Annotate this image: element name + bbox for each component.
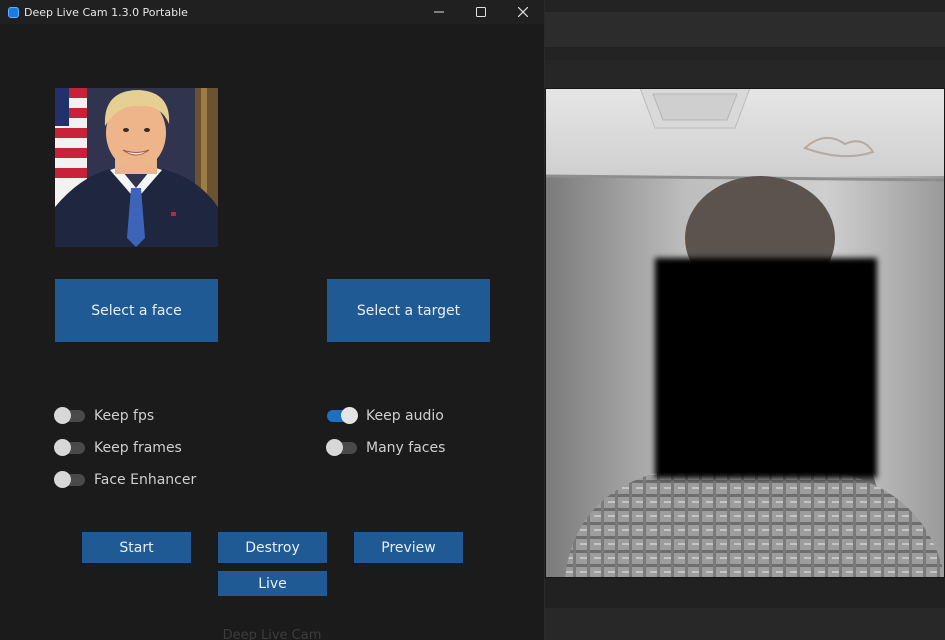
minimize-icon xyxy=(434,11,444,13)
select-target-button[interactable]: Select a target xyxy=(327,279,490,342)
close-button[interactable] xyxy=(502,0,544,24)
destroy-button[interactable]: Destroy xyxy=(218,532,327,563)
toggle-switch-icon xyxy=(326,439,357,456)
minimize-button[interactable] xyxy=(418,0,460,24)
live-button[interactable]: Live xyxy=(218,571,327,596)
desktop: Deep Live Cam 1.3.0 Portable Select a fa… xyxy=(0,0,945,640)
close-icon xyxy=(518,7,528,17)
background-toolbar xyxy=(545,12,945,47)
window-controls xyxy=(418,0,544,24)
toggle-switch-icon xyxy=(54,407,85,424)
many-faces-label: Many faces xyxy=(366,440,446,456)
keep-audio-switch[interactable]: Keep audio xyxy=(327,406,444,426)
app-window: Deep Live Cam 1.3.0 Portable Select a fa… xyxy=(0,0,545,640)
face-enhancer-switch[interactable]: Face Enhancer xyxy=(54,470,197,490)
window-title: Deep Live Cam 1.3.0 Portable xyxy=(24,5,188,19)
source-face-image xyxy=(55,88,218,247)
keep-fps-label: Keep fps xyxy=(94,408,155,424)
many-faces-switch[interactable]: Many faces xyxy=(326,438,446,458)
background-window-top xyxy=(545,0,945,88)
keep-frames-switch[interactable]: Keep frames xyxy=(54,438,182,458)
maximize-icon xyxy=(476,7,486,17)
toggle-switch-on-icon xyxy=(327,407,358,424)
app-icon xyxy=(8,6,19,18)
background-toolbar-lower xyxy=(545,60,945,88)
keep-audio-label: Keep audio xyxy=(366,408,444,424)
preview-button[interactable]: Preview xyxy=(354,532,463,563)
select-face-button[interactable]: Select a face xyxy=(55,279,218,342)
background-window-bottom xyxy=(545,578,945,640)
start-button[interactable]: Start xyxy=(82,532,191,563)
maximize-button[interactable] xyxy=(460,0,502,24)
live-preview-frame xyxy=(545,88,945,578)
face-enhancer-label: Face Enhancer xyxy=(94,472,197,488)
toggle-switch-icon xyxy=(54,439,85,456)
keep-frames-label: Keep frames xyxy=(94,440,182,456)
footer-app-name: Deep Live Cam xyxy=(222,628,322,640)
background-taskbar xyxy=(545,608,945,640)
title-bar[interactable]: Deep Live Cam 1.3.0 Portable xyxy=(0,0,544,24)
toggle-switch-icon xyxy=(54,471,85,488)
preview-image xyxy=(545,88,945,578)
keep-fps-switch[interactable]: Keep fps xyxy=(54,406,155,426)
